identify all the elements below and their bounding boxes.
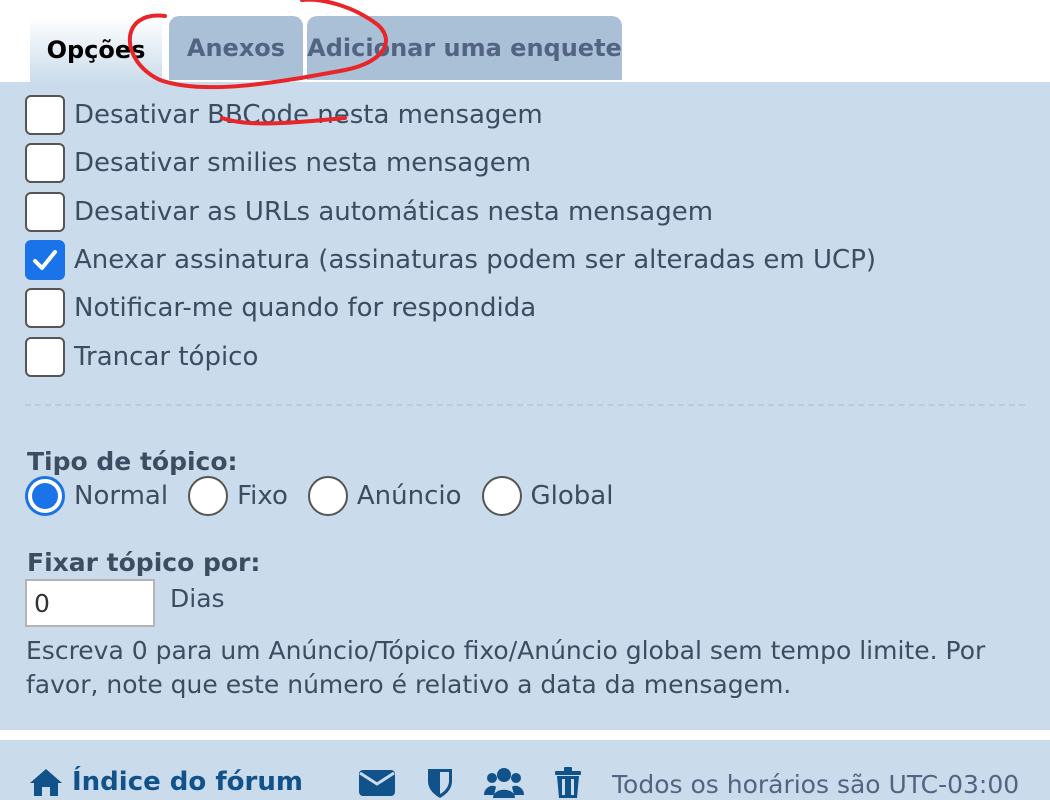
radio-item-announcement[interactable]: Anúncio <box>307 476 462 516</box>
divider <box>25 404 1025 406</box>
forum-index-link[interactable]: Índice do fórum <box>28 767 303 797</box>
option-disable-smilies[interactable]: Desativar smilies nesta mensagem <box>25 143 531 183</box>
checkbox-disable-bbcode[interactable] <box>25 95 65 135</box>
radio-label: Global <box>530 481 614 511</box>
checkbox-lock-topic[interactable] <box>25 337 65 377</box>
stick-for-heading: Fixar tópico por: <box>27 548 261 577</box>
tab-attachments[interactable]: Anexos <box>169 16 303 80</box>
option-label: Anexar assinatura (assinaturas podem ser… <box>74 245 877 275</box>
option-label: Notificar-me quando for respondida <box>74 293 537 323</box>
users-icon[interactable] <box>484 767 524 799</box>
radio-label: Anúncio <box>356 481 462 511</box>
checkbox-disable-smilies[interactable] <box>25 143 65 183</box>
radio-global[interactable] <box>481 476 522 516</box>
option-label: Desativar smilies nesta mensagem <box>74 148 532 178</box>
radio-sticky[interactable] <box>188 476 229 516</box>
page-footer: Índice do fórum Todos os horários são UT… <box>0 740 1050 800</box>
radio-item-normal[interactable]: Normal <box>25 476 168 516</box>
option-label: Desativar as URLs automáticas nesta mens… <box>74 197 714 227</box>
option-disable-urls[interactable]: Desativar as URLs automáticas nesta mens… <box>25 192 713 232</box>
checkmark-icon <box>33 250 57 270</box>
options-panel: Desativar BBCode nesta mensagem Desativa… <box>0 82 1050 730</box>
checkbox-attach-signature[interactable] <box>25 240 65 280</box>
tab-bar: Opções Anexos Adicionar uma enquete <box>0 0 1050 83</box>
stick-explain-text: Escreva 0 para um Anúncio/Tópico fixo/An… <box>26 636 986 699</box>
radio-normal[interactable] <box>25 476 65 516</box>
timezone-text: Todos os horários são UTC-03:00 <box>612 770 1020 799</box>
days-unit-label: Dias <box>170 584 225 613</box>
tab-add-poll-label: Adicionar uma enquete <box>307 34 622 62</box>
forum-index-label: Índice do fórum <box>72 767 303 797</box>
radio-label: Fixo <box>237 481 288 511</box>
option-attach-signature[interactable]: Anexar assinatura (assinaturas podem ser… <box>25 240 876 280</box>
tab-options[interactable]: Opções <box>30 16 162 83</box>
radio-announcement[interactable] <box>307 476 348 516</box>
radio-item-global[interactable]: Global <box>481 476 614 516</box>
shield-icon[interactable] <box>426 767 454 799</box>
topic-type-radio-group: Normal Fixo Anúncio Global <box>25 475 633 517</box>
posting-page: Opções Anexos Adicionar uma enquete Desa… <box>0 0 1050 800</box>
home-icon <box>30 769 62 796</box>
trash-icon[interactable] <box>554 767 582 799</box>
option-disable-bbcode[interactable]: Desativar BBCode nesta mensagem <box>25 95 543 135</box>
tab-add-poll[interactable]: Adicionar uma enquete <box>307 16 622 80</box>
option-lock-topic[interactable]: Trancar tópico <box>25 337 258 377</box>
radio-label: Normal <box>74 481 169 511</box>
option-notify-reply[interactable]: Notificar-me quando for respondida <box>25 288 536 328</box>
option-label: Desativar BBCode nesta mensagem <box>74 100 543 130</box>
tab-attachments-label: Anexos <box>186 34 286 62</box>
option-label: Trancar tópico <box>74 342 259 372</box>
stick-days-input[interactable] <box>25 579 155 627</box>
checkbox-notify-reply[interactable] <box>25 288 65 328</box>
envelope-icon[interactable] <box>358 767 396 797</box>
topic-type-heading: Tipo de tópico: <box>27 447 238 476</box>
radio-item-sticky[interactable]: Fixo <box>188 476 288 516</box>
checkbox-disable-urls[interactable] <box>25 192 65 232</box>
tab-options-label: Opções <box>46 35 146 64</box>
